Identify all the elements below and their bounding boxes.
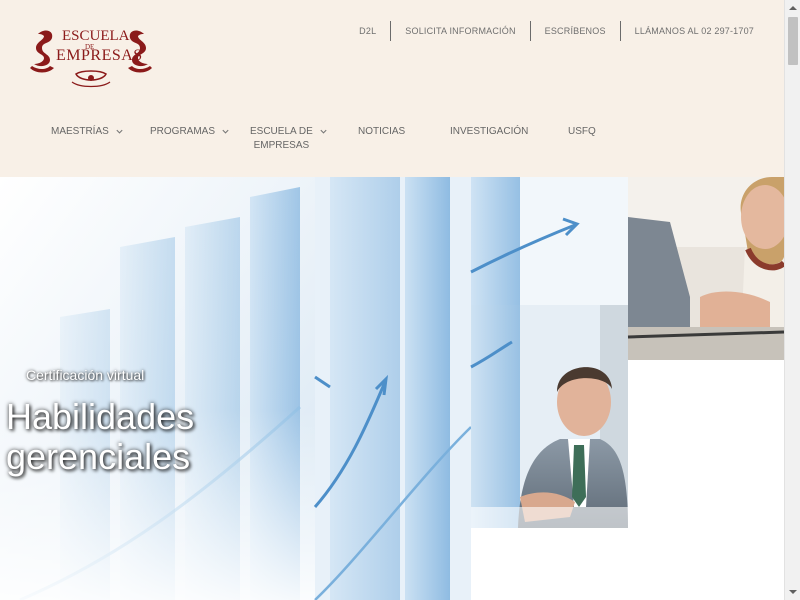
scroll-up-arrow-icon[interactable] bbox=[785, 0, 800, 16]
scrollbar-thumb[interactable] bbox=[788, 17, 798, 65]
scroll-down-arrow-icon[interactable] bbox=[785, 584, 800, 600]
logo-text-empresas: EMPRESAS bbox=[56, 47, 143, 64]
nav-item-maestrias[interactable]: MAESTRÍAS bbox=[51, 125, 124, 139]
main-navigation: MAESTRÍAS PROGRAMAS ESCUELA DE EMPRESAS … bbox=[0, 125, 784, 165]
top-utility-bar: D2L SOLICITA INFORMACIÓN ESCRÍBENOS LLÁM… bbox=[345, 21, 768, 41]
hero-title: Habilidades gerenciales bbox=[6, 396, 195, 477]
nav-item-programas[interactable]: PROGRAMAS bbox=[150, 125, 230, 139]
logo-text-escuela: ESCUELA bbox=[62, 28, 130, 44]
nav-item-label: ESCUELA DE EMPRESAS bbox=[250, 126, 313, 151]
topbar-link-llamanos[interactable]: LLÁMANOS AL 02 297-1707 bbox=[621, 26, 768, 36]
hero-subtitle: Certificación virtual bbox=[26, 367, 145, 383]
topbar-link-solicita-informacion[interactable]: SOLICITA INFORMACIÓN bbox=[391, 26, 529, 36]
hero-banner[interactable]: Certificación virtual Habilidades gerenc… bbox=[0, 177, 784, 600]
site-logo[interactable]: ESCUELA DE EMPRESAS bbox=[28, 26, 154, 90]
chevron-down-icon bbox=[222, 129, 229, 134]
nav-item-label: NOTICIAS bbox=[358, 126, 406, 137]
nav-item-label: MAESTRÍAS bbox=[51, 126, 109, 137]
nav-item-label: PROGRAMAS bbox=[150, 126, 216, 137]
nav-item-investigacion[interactable]: INVESTIGACIÓN bbox=[450, 125, 528, 139]
site-header: ESCUELA DE EMPRESAS D2L SOLICITA INFORMA… bbox=[0, 0, 784, 177]
vertical-scrollbar[interactable] bbox=[784, 0, 800, 600]
topbar-link-d2l[interactable]: D2L bbox=[345, 26, 390, 36]
nav-item-label: USFQ bbox=[568, 126, 596, 137]
nav-item-usfq[interactable]: USFQ bbox=[568, 125, 596, 139]
nav-item-escuela-de-empresas[interactable]: ESCUELA DE EMPRESAS bbox=[250, 125, 328, 153]
nav-item-noticias[interactable]: NOTICIAS bbox=[358, 125, 405, 139]
hero-background-image bbox=[0, 177, 784, 600]
topbar-link-escribenos[interactable]: ESCRÍBENOS bbox=[531, 26, 620, 36]
chevron-down-icon bbox=[320, 129, 327, 134]
nav-item-label: INVESTIGACIÓN bbox=[450, 126, 529, 137]
chevron-down-icon bbox=[116, 129, 123, 134]
